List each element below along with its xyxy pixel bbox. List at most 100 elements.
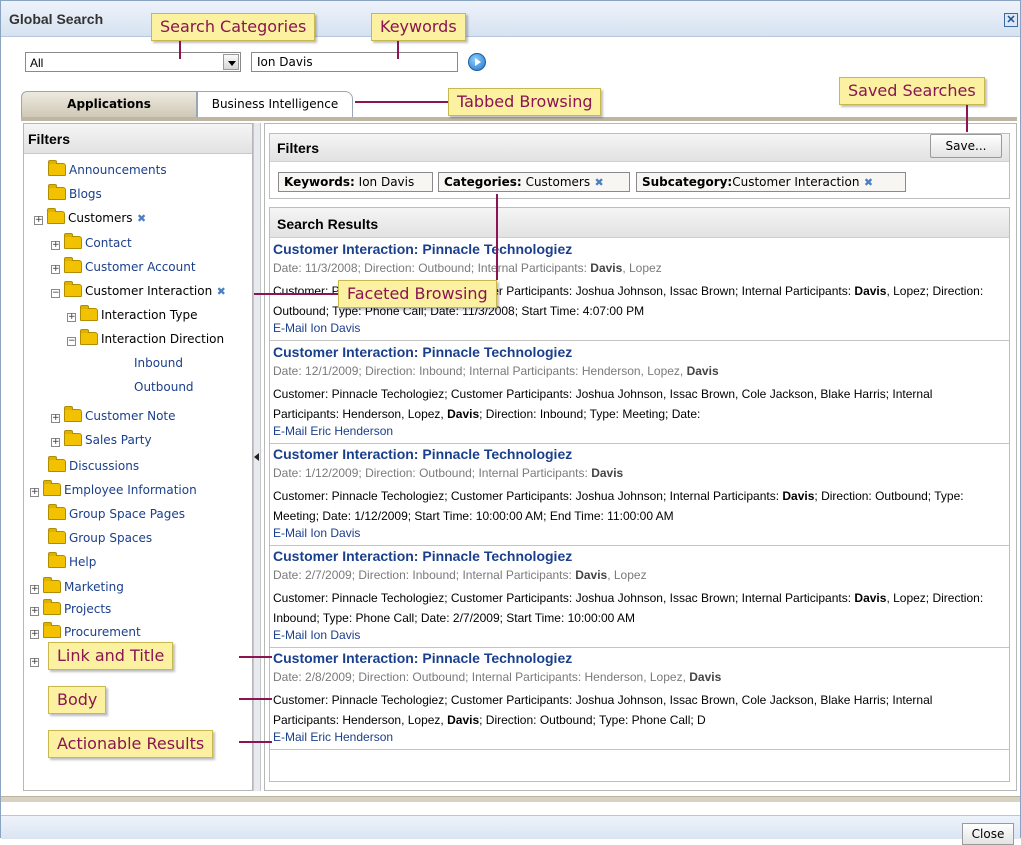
tree-item-outbound[interactable]: Outbound <box>134 378 194 398</box>
result-title-link[interactable]: Customer Interaction: Pinnacle Technolog… <box>273 344 572 360</box>
tree-label: Customer Note <box>85 409 176 423</box>
collapse-icon[interactable]: − <box>67 337 76 346</box>
tree-label: Group Spaces <box>69 531 153 545</box>
keywords-input[interactable] <box>251 52 458 72</box>
folder-icon <box>48 184 66 200</box>
tree-item-blogs[interactable]: Blogs <box>48 184 102 205</box>
search-go-icon[interactable] <box>468 53 486 71</box>
tree-label: Customer Interaction <box>85 284 213 298</box>
folder-icon <box>48 552 66 568</box>
callout-leader <box>355 101 448 103</box>
tree-label: Discussions <box>69 459 140 473</box>
callout-keywords: Keywords <box>371 13 466 41</box>
expand-icon[interactable]: + <box>51 265 60 274</box>
tree-item-customers[interactable]: + Customers ✖ <box>34 208 148 229</box>
expand-icon[interactable]: + <box>67 313 76 322</box>
tree-item-hidden[interactable]: + <box>30 651 43 671</box>
tree-item-group-spaces[interactable]: Group Spaces <box>48 528 153 549</box>
tab-business-intelligence[interactable]: Business Intelligence <box>197 91 353 117</box>
meta-highlight: Davis <box>686 364 719 378</box>
tree-label: Group Space Pages <box>69 507 186 521</box>
tree-item-marketing[interactable]: + Marketing <box>30 577 124 598</box>
tab-applications[interactable]: Applications <box>21 91 197 117</box>
tree-item-inbound[interactable]: Inbound <box>134 354 183 374</box>
result-action-link[interactable]: E-Mail Eric Henderson <box>273 730 393 744</box>
close-icon[interactable]: ✕ <box>1004 13 1018 27</box>
result-title-link[interactable]: Customer Interaction: Pinnacle Technolog… <box>273 446 572 462</box>
body-highlight: Davis <box>782 489 815 503</box>
expand-icon[interactable]: + <box>30 658 39 667</box>
tree-item-customer-interaction[interactable]: − Customer Interaction ✖ <box>51 281 227 302</box>
result-title-link[interactable]: Customer Interaction: Pinnacle Technolog… <box>273 650 572 666</box>
tree-item-contact[interactable]: + Contact <box>51 233 132 254</box>
meta-highlight: Davis <box>689 670 722 684</box>
tree-item-interaction-type[interactable]: + Interaction Type <box>67 305 198 326</box>
expand-icon[interactable]: + <box>30 630 39 639</box>
result-action-link[interactable]: E-Mail Eric Henderson <box>273 424 393 438</box>
tree-label: Help <box>69 555 97 569</box>
result-action-link[interactable]: E-Mail Ion Davis <box>273 628 360 642</box>
expand-icon[interactable]: + <box>34 216 43 225</box>
expand-icon[interactable]: + <box>30 585 39 594</box>
result-title-link[interactable]: Customer Interaction: Pinnacle Technolog… <box>273 548 572 564</box>
applied-filters-header: Filters <box>270 134 1009 162</box>
chevron-down-icon[interactable] <box>223 54 239 70</box>
tree-item-announcements[interactable]: Announcements <box>48 160 167 181</box>
open-folder-icon <box>64 281 82 297</box>
tree-item-interaction-direction[interactable]: − Interaction Direction <box>67 329 225 350</box>
tree-item-discussions[interactable]: Discussions <box>48 456 140 477</box>
result-action-link[interactable]: E-Mail Ion Davis <box>273 526 360 540</box>
result-meta: Date: 2/7/2009; Direction: Inbound; Inte… <box>273 568 647 582</box>
meta-highlight: Davis <box>590 261 623 275</box>
panel-splitter[interactable] <box>253 123 261 791</box>
result-body: Customer: Pinnacle Techologiez; Customer… <box>273 384 998 424</box>
callout-leader <box>239 698 272 700</box>
expand-icon[interactable]: + <box>51 414 60 423</box>
tree-item-sales-party[interactable]: + Sales Party <box>51 430 152 451</box>
tree-label: Contact <box>85 236 132 250</box>
save-search-button[interactable]: Save... <box>930 134 1002 158</box>
body-text: ; Direction: Outbound; Type: Phone Call;… <box>479 713 706 727</box>
remove-filter-icon[interactable]: ✖ <box>215 286 227 298</box>
tree-item-group-space-pages[interactable]: Group Space Pages <box>48 504 186 525</box>
tree-item-procurement[interactable]: + Procurement <box>30 622 141 643</box>
tree-item-projects[interactable]: + Projects <box>30 599 111 620</box>
remove-filter-icon[interactable]: ✖ <box>136 213 148 225</box>
close-button[interactable]: Close <box>962 823 1014 845</box>
category-select[interactable]: All <box>25 52 241 72</box>
meta-text: , Lopez <box>607 568 647 582</box>
bottom-divider <box>1 796 1020 802</box>
meta-text: Date: 12/1/2009; Direction: Inbound; Int… <box>273 364 687 378</box>
remove-filter-icon[interactable]: ✖ <box>862 177 874 189</box>
chip-key: Keywords: <box>284 175 355 189</box>
folder-icon <box>47 208 65 224</box>
body-highlight: Davis <box>447 407 480 421</box>
expand-icon[interactable]: + <box>30 607 39 616</box>
tree-label: Interaction Type <box>101 308 198 322</box>
result-action-link[interactable]: E-Mail Ion Davis <box>273 321 360 335</box>
expand-icon[interactable]: + <box>51 438 60 447</box>
tree-label: Interaction Direction <box>101 332 225 346</box>
callout-body: Body <box>48 686 107 714</box>
expand-icon[interactable]: + <box>30 488 39 497</box>
folder-icon <box>64 233 82 249</box>
callout-saved-searches: Saved Searches <box>839 77 985 105</box>
result-title-link[interactable]: Customer Interaction: Pinnacle Technolog… <box>273 241 572 257</box>
collapse-icon[interactable]: − <box>51 289 60 298</box>
tree-item-help[interactable]: Help <box>48 552 97 573</box>
folder-icon <box>80 305 98 321</box>
body-highlight: Davis <box>854 284 887 298</box>
body-text: ; Direction: Inbound; Type: Meeting; Dat… <box>479 407 701 421</box>
tree-item-employee-information[interactable]: + Employee Information <box>30 480 197 501</box>
result-body: Customer: Pinnacle Techologiez; Customer… <box>273 690 998 730</box>
expand-icon[interactable]: + <box>51 241 60 250</box>
folder-icon <box>48 528 66 544</box>
tree-item-customer-account[interactable]: + Customer Account <box>51 257 196 278</box>
remove-filter-icon[interactable]: ✖ <box>593 177 605 189</box>
tree-item-customer-note[interactable]: + Customer Note <box>51 406 176 427</box>
meta-highlight: Davis <box>591 466 624 480</box>
chip-key: Subcategory: <box>642 175 733 189</box>
dialog-footer: Close <box>1 815 1020 845</box>
tree-label: Procurement <box>64 625 141 639</box>
chip-value: Ion Davis <box>358 175 415 189</box>
